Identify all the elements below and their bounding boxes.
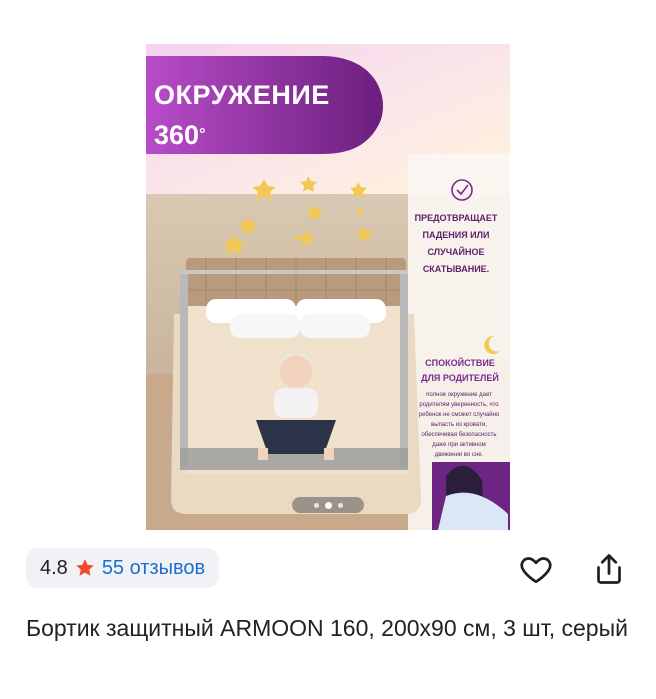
feature-line: родителям уверенность, что [419,402,499,408]
banner-number-wrap: 360° [154,120,205,150]
favorite-button[interactable] [516,551,556,591]
feature-line: ПРЕДОТВРАЩАЕТ [414,213,498,223]
share-icon [591,551,627,592]
banner-degree: ° [199,126,206,143]
feature-line: движении во сне. [434,452,484,458]
feature-line: даже при активном [432,442,486,448]
feature-parents-text: полное окружение дает родителям уверенно… [408,390,510,460]
heart-outline-icon [518,551,554,592]
pager-dot[interactable] [337,502,343,508]
star-icon [74,557,96,579]
feature-line: обеспечивая безопасность [421,432,497,438]
feature-line: СЛУЧАЙНОЕ [427,247,485,257]
rating-chip[interactable]: 4.8 55 отзывов [26,548,220,588]
gallery-pager[interactable] [292,497,364,513]
pager-dot[interactable] [313,502,319,508]
feature-line: выпасть из кровати, [431,422,487,428]
rating-value: 4.8 [40,556,68,579]
feature-line: ДЛЯ РОДИТЕЛЕЙ [421,373,499,383]
product-gallery[interactable]: ОКРУЖЕНИЕ 360° ПРЕДОТВРАЩАЕТ ПАДЕНИЯ ИЛИ… [0,0,656,540]
feature-fall-prevention: ПРЕДОТВРАЩАЕТ ПАДЕНИЯ ИЛИ СЛУЧАЙНОЕ СКАТ… [402,210,510,278]
feature-parents-title: СПОКОЙСТВИЕ ДЛЯ РОДИТЕЛЕЙ [410,356,510,386]
product-image[interactable]: ОКРУЖЕНИЕ 360° ПРЕДОТВРАЩАЕТ ПАДЕНИЯ ИЛИ… [146,44,510,530]
banner-title: ОКРУЖЕНИЕ [154,80,330,110]
feature-line: СПОКОЙСТВИЕ [425,358,495,368]
pager-dot-active[interactable] [324,501,332,509]
banner-number: 360 [154,120,200,150]
feature-line: ПАДЕНИЯ ИЛИ [422,230,490,240]
feature-line: СКАТЫВАНИЕ. [422,264,490,274]
feature-line: полное окружение дает [426,392,492,398]
product-title: Бортик защитный ARMOON 160, 200х90 см, 3… [26,615,628,641]
feature-line: ребенок не сможет случайно [418,412,500,418]
reviews-link[interactable]: 55 отзывов [102,557,205,580]
share-button[interactable] [589,551,629,591]
